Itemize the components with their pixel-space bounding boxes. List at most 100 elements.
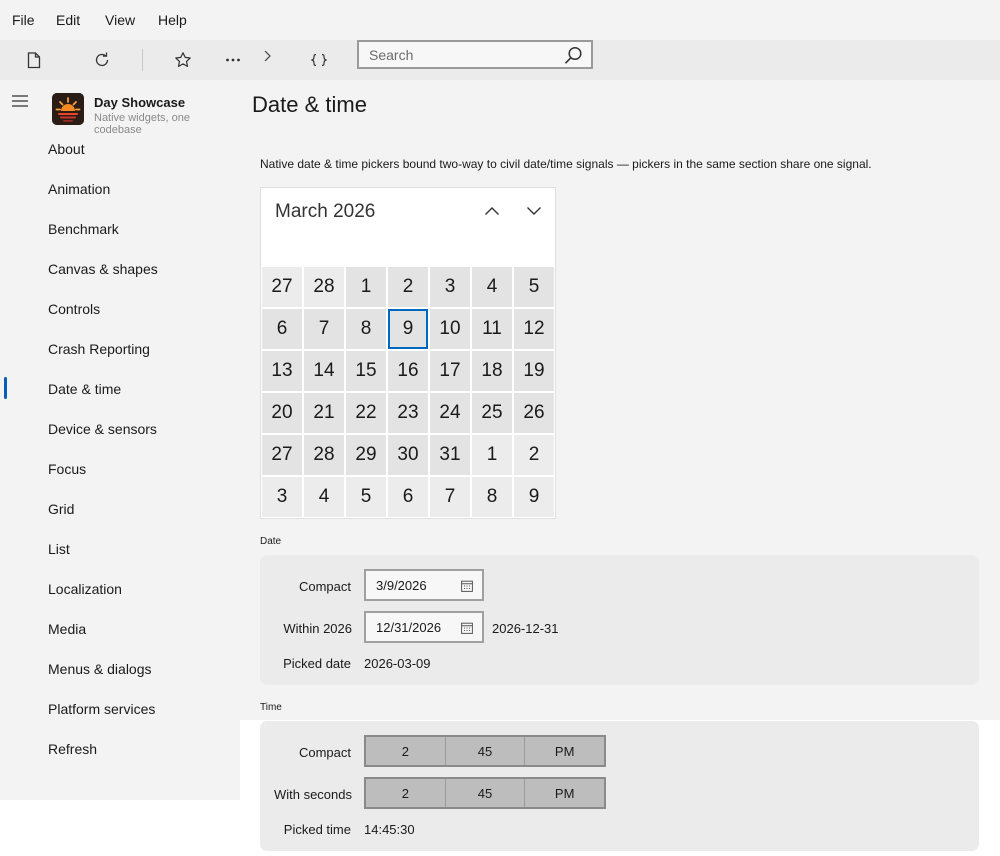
star-icon[interactable] bbox=[171, 50, 195, 70]
selected-indicator bbox=[4, 377, 7, 399]
hamburger-icon[interactable] bbox=[12, 94, 28, 112]
menu-view[interactable]: View bbox=[105, 12, 135, 28]
nav-item-crash-reporting[interactable]: Crash Reporting bbox=[48, 341, 150, 357]
calendar-day[interactable]: 13 bbox=[262, 351, 302, 391]
time-section-label: Time bbox=[260, 702, 282, 713]
nav-item-about[interactable]: About bbox=[48, 141, 85, 157]
nav-item-date-time[interactable]: Date & time bbox=[48, 381, 121, 397]
more-icon[interactable] bbox=[221, 50, 245, 70]
date-picker-within[interactable]: 12/31/2026 bbox=[364, 611, 484, 643]
nav-item-refresh[interactable]: Refresh bbox=[48, 741, 97, 757]
calendar-day[interactable]: 20 bbox=[262, 393, 302, 433]
calendar-day[interactable]: 19 bbox=[514, 351, 554, 391]
time-hour[interactable]: 2 bbox=[366, 737, 446, 765]
toolbar bbox=[0, 40, 1000, 80]
calendar-icon bbox=[461, 579, 473, 597]
nav-item-animation[interactable]: Animation bbox=[48, 181, 110, 197]
search-box bbox=[357, 40, 593, 69]
calendar-day[interactable]: 29 bbox=[346, 435, 386, 475]
code-braces-icon[interactable] bbox=[307, 50, 331, 70]
nav-item-device-sensors[interactable]: Device & sensors bbox=[48, 421, 157, 437]
calendar-view: March 2026 27 28 1 2 3 4 5 6 7 8 9 10 11 12 13 14 15 16 17… bbox=[260, 187, 556, 519]
calendar-day[interactable]: 7 bbox=[430, 477, 470, 517]
time-picker-compact[interactable]: 2 45 PM bbox=[364, 735, 606, 767]
calendar-day[interactable]: 18 bbox=[472, 351, 512, 391]
page-title: Date & time bbox=[252, 92, 367, 117]
time-picker-seconds[interactable]: 2 45 PM bbox=[364, 777, 606, 809]
calendar-day[interactable]: 8 bbox=[346, 309, 386, 349]
calendar-day[interactable]: 22 bbox=[346, 393, 386, 433]
calendar-day[interactable]: 16 bbox=[388, 351, 428, 391]
nav-item-focus[interactable]: Focus bbox=[48, 461, 86, 477]
calendar-day[interactable]: 3 bbox=[262, 477, 302, 517]
calendar-day[interactable]: 6 bbox=[262, 309, 302, 349]
calendar-day[interactable]: 4 bbox=[304, 477, 344, 517]
calendar-day[interactable]: 8 bbox=[472, 477, 512, 517]
time-seconds-label: With seconds bbox=[273, 787, 352, 802]
nav-item-list[interactable]: List bbox=[48, 541, 70, 557]
calendar-day[interactable]: 17 bbox=[430, 351, 470, 391]
app-logo bbox=[52, 93, 84, 125]
search-icon[interactable] bbox=[564, 46, 583, 70]
calendar-day[interactable]: 31 bbox=[430, 435, 470, 475]
calendar-day[interactable]: 1 bbox=[346, 267, 386, 307]
calendar-day[interactable]: 12 bbox=[514, 309, 554, 349]
nav-item-media[interactable]: Media bbox=[48, 621, 86, 637]
nav-item-canvas-shapes[interactable]: Canvas & shapes bbox=[48, 261, 158, 277]
calendar-day[interactable]: 2 bbox=[514, 435, 554, 475]
calendar-day[interactable]: 27 bbox=[262, 267, 302, 307]
calendar-day[interactable]: 27 bbox=[262, 435, 302, 475]
calendar-day[interactable]: 9 bbox=[388, 309, 428, 349]
calendar-day[interactable]: 1 bbox=[472, 435, 512, 475]
calendar-day[interactable]: 30 bbox=[388, 435, 428, 475]
page-description: Native date & time pickers bound two-way… bbox=[260, 157, 872, 171]
calendar-day[interactable]: 15 bbox=[346, 351, 386, 391]
date-section-label: Date bbox=[260, 536, 282, 547]
app-subtitle: Native widgets, one codebase bbox=[94, 112, 190, 136]
calendar-day[interactable]: 24 bbox=[430, 393, 470, 433]
search-input[interactable] bbox=[369, 46, 559, 64]
calendar-day[interactable]: 11 bbox=[472, 309, 512, 349]
date-within-label: Within 2026 bbox=[283, 621, 352, 636]
calendar-day[interactable]: 5 bbox=[346, 477, 386, 517]
calendar-day[interactable]: 14 bbox=[304, 351, 344, 391]
calendar-day[interactable]: 10 bbox=[430, 309, 470, 349]
nav-item-benchmark[interactable]: Benchmark bbox=[48, 221, 119, 237]
time-period[interactable]: PM bbox=[525, 737, 604, 765]
chevron-down-icon[interactable] bbox=[521, 200, 547, 222]
nav-item-localization[interactable]: Localization bbox=[48, 581, 122, 597]
menu-edit[interactable]: Edit bbox=[56, 12, 80, 28]
time-minute[interactable]: 45 bbox=[446, 779, 526, 807]
time-hour[interactable]: 2 bbox=[366, 779, 446, 807]
date-compact-label: Compact bbox=[298, 579, 351, 594]
chevron-right-icon[interactable] bbox=[255, 46, 279, 66]
calendar-day[interactable]: 6 bbox=[388, 477, 428, 517]
nav-item-controls[interactable]: Controls bbox=[48, 301, 100, 317]
date-compact-value: 3/9/2026 bbox=[376, 578, 427, 593]
nav-item-platform-services[interactable]: Platform services bbox=[48, 701, 155, 717]
chevron-up-icon[interactable] bbox=[479, 200, 505, 222]
nav-item-menus-dialogs[interactable]: Menus & dialogs bbox=[48, 661, 152, 677]
menu-file[interactable]: File bbox=[12, 12, 35, 28]
calendar-month-header[interactable]: March 2026 bbox=[275, 201, 375, 223]
calendar-day[interactable]: 7 bbox=[304, 309, 344, 349]
calendar-day[interactable]: 5 bbox=[514, 267, 554, 307]
refresh-icon[interactable] bbox=[90, 50, 114, 70]
calendar-day[interactable]: 25 bbox=[472, 393, 512, 433]
time-minute[interactable]: 45 bbox=[446, 737, 526, 765]
picked-time-label: Picked time bbox=[283, 822, 351, 837]
calendar-day[interactable]: 4 bbox=[472, 267, 512, 307]
calendar-day[interactable]: 28 bbox=[304, 267, 344, 307]
calendar-day[interactable]: 9 bbox=[514, 477, 554, 517]
calendar-day[interactable]: 3 bbox=[430, 267, 470, 307]
calendar-day[interactable]: 21 bbox=[304, 393, 344, 433]
calendar-day[interactable]: 26 bbox=[514, 393, 554, 433]
calendar-day[interactable]: 28 bbox=[304, 435, 344, 475]
document-icon[interactable] bbox=[22, 50, 46, 70]
nav-item-grid[interactable]: Grid bbox=[48, 501, 74, 517]
menu-help[interactable]: Help bbox=[158, 12, 187, 28]
time-period[interactable]: PM bbox=[525, 779, 604, 807]
calendar-day[interactable]: 2 bbox=[388, 267, 428, 307]
date-picker-compact[interactable]: 3/9/2026 bbox=[364, 569, 484, 601]
calendar-day[interactable]: 23 bbox=[388, 393, 428, 433]
